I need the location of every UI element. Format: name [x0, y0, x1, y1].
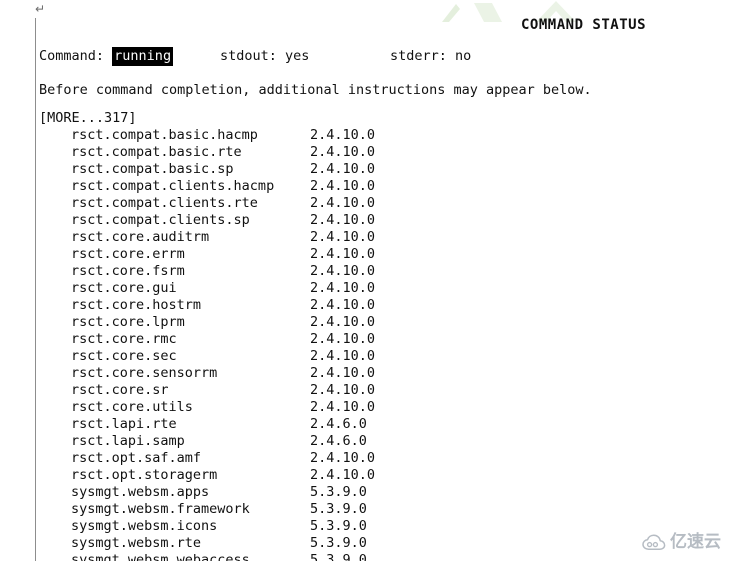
stderr-field: stderr: no [390, 48, 471, 64]
package-list: rsct.compat.basic.hacmp 2.4.10.0 rsct.comp… [39, 127, 699, 561]
package-name: rsct.opt.storagerm [71, 467, 218, 483]
package-name: rsct.core.fsrm [71, 263, 185, 279]
package-row: sysmgt.websm.webaccess 5.3.9.0 [39, 552, 699, 561]
package-name: rsct.core.lprm [71, 314, 185, 330]
package-version: 2.4.6.0 [310, 433, 367, 449]
command-field: Command: running [39, 47, 174, 66]
package-row: rsct.core.auditrm 2.4.10.0 [39, 229, 699, 246]
package-version: 5.3.9.0 [310, 484, 367, 500]
package-row: sysmgt.websm.rte 5.3.9.0 [39, 535, 699, 552]
command-label: Command: [39, 48, 105, 64]
package-version: 2.4.10.0 [310, 212, 376, 228]
package-row: rsct.core.errm 2.4.10.0 [39, 246, 699, 263]
package-row: rsct.core.sr 2.4.10.0 [39, 382, 699, 399]
package-row: sysmgt.websm.icons 5.3.9.0 [39, 518, 699, 535]
package-row: rsct.lapi.rte 2.4.6.0 [39, 416, 699, 433]
package-name: rsct.core.sr [71, 382, 169, 398]
package-name: rsct.compat.basic.rte [71, 144, 242, 160]
package-row: rsct.core.utils 2.4.10.0 [39, 399, 699, 416]
more-indicator: [MORE...317] [39, 110, 137, 126]
package-row: rsct.core.sec 2.4.10.0 [39, 348, 699, 365]
package-row: sysmgt.websm.apps 5.3.9.0 [39, 484, 699, 501]
command-status-screen: ↵ COMMAND STATUS Command: running stdout… [0, 0, 731, 561]
package-row: rsct.lapi.samp 2.4.6.0 [39, 433, 699, 450]
package-row: rsct.core.hostrm 2.4.10.0 [39, 297, 699, 314]
package-name: rsct.compat.basic.hacmp [71, 127, 258, 143]
package-row: rsct.core.rmc 2.4.10.0 [39, 331, 699, 348]
package-row: rsct.compat.clients.sp 2.4.10.0 [39, 212, 699, 229]
package-name: rsct.compat.basic.sp [71, 161, 234, 177]
package-name: sysmgt.websm.framework [71, 501, 250, 517]
package-name: rsct.compat.clients.sp [71, 212, 250, 228]
package-name: rsct.lapi.rte [71, 416, 177, 432]
package-version: 5.3.9.0 [310, 552, 367, 561]
package-version: 5.3.9.0 [310, 518, 367, 534]
package-version: 2.4.10.0 [310, 365, 376, 381]
package-version: 2.4.10.0 [310, 229, 376, 245]
package-row: rsct.core.fsrm 2.4.10.0 [39, 263, 699, 280]
package-version: 2.4.6.0 [310, 416, 367, 432]
package-name: rsct.core.errm [71, 246, 185, 262]
package-name: sysmgt.websm.apps [71, 484, 210, 500]
package-version: 2.4.10.0 [310, 127, 376, 143]
stderr-value: no [455, 48, 472, 64]
package-name: rsct.core.utils [71, 399, 193, 415]
package-name: rsct.core.sensorrm [71, 365, 218, 381]
package-row: rsct.compat.basic.rte 2.4.10.0 [39, 144, 699, 161]
carriage-return-icon: ↵ [35, 2, 46, 16]
info-message: Before command completion, additional in… [39, 82, 592, 98]
package-name: sysmgt.websm.webaccess [71, 552, 250, 561]
package-version: 5.3.9.0 [310, 535, 367, 551]
stdout-field: stdout: yes [220, 48, 309, 64]
package-row: rsct.compat.clients.hacmp 2.4.10.0 [39, 178, 699, 195]
package-name: rsct.core.auditrm [71, 229, 210, 245]
package-version: 2.4.10.0 [310, 467, 376, 483]
package-name: rsct.compat.clients.rte [71, 195, 258, 211]
package-name: rsct.lapi.samp [71, 433, 185, 449]
package-version: 2.4.10.0 [310, 331, 376, 347]
package-name: rsct.core.sec [71, 348, 177, 364]
package-row: rsct.compat.basic.hacmp 2.4.10.0 [39, 127, 699, 144]
package-row: sysmgt.websm.framework 5.3.9.0 [39, 501, 699, 518]
package-row: rsct.core.lprm 2.4.10.0 [39, 314, 699, 331]
package-version: 2.4.10.0 [310, 246, 376, 262]
package-row: rsct.opt.storagerm 2.4.10.0 [39, 467, 699, 484]
package-name: rsct.core.gui [71, 280, 177, 296]
package-name: sysmgt.websm.icons [71, 518, 218, 534]
package-version: 2.4.10.0 [310, 144, 376, 160]
package-row: rsct.core.gui 2.4.10.0 [39, 280, 699, 297]
package-version: 2.4.10.0 [310, 297, 376, 313]
package-version: 2.4.10.0 [310, 348, 376, 364]
package-row: rsct.opt.saf.amf 2.4.10.0 [39, 450, 699, 467]
package-version: 2.4.10.0 [310, 178, 376, 194]
terminal-left-rule [35, 18, 36, 561]
package-row: rsct.compat.basic.sp 2.4.10.0 [39, 161, 699, 178]
package-version: 2.4.10.0 [310, 450, 376, 466]
stderr-label: stderr: [390, 48, 447, 64]
package-version: 2.4.10.0 [310, 399, 376, 415]
stdout-label: stdout: [220, 48, 277, 64]
command-status-badge: running [112, 47, 174, 66]
package-version: 2.4.10.0 [310, 263, 376, 279]
package-version: 5.3.9.0 [310, 501, 367, 517]
package-version: 2.4.10.0 [310, 280, 376, 296]
package-row: rsct.core.sensorrm 2.4.10.0 [39, 365, 699, 382]
package-version: 2.4.10.0 [310, 382, 376, 398]
package-version: 2.4.10.0 [310, 314, 376, 330]
stdout-value: yes [285, 48, 310, 64]
package-name: rsct.compat.clients.hacmp [71, 178, 275, 194]
package-name: rsct.core.hostrm [71, 297, 202, 313]
package-version: 2.4.10.0 [310, 161, 376, 177]
package-name: sysmgt.websm.rte [71, 535, 202, 551]
package-name: rsct.core.rmc [71, 331, 177, 347]
package-row: rsct.compat.clients.rte 2.4.10.0 [39, 195, 699, 212]
page-title: COMMAND STATUS [521, 17, 647, 33]
package-version: 2.4.10.0 [310, 195, 376, 211]
package-name: rsct.opt.saf.amf [71, 450, 202, 466]
